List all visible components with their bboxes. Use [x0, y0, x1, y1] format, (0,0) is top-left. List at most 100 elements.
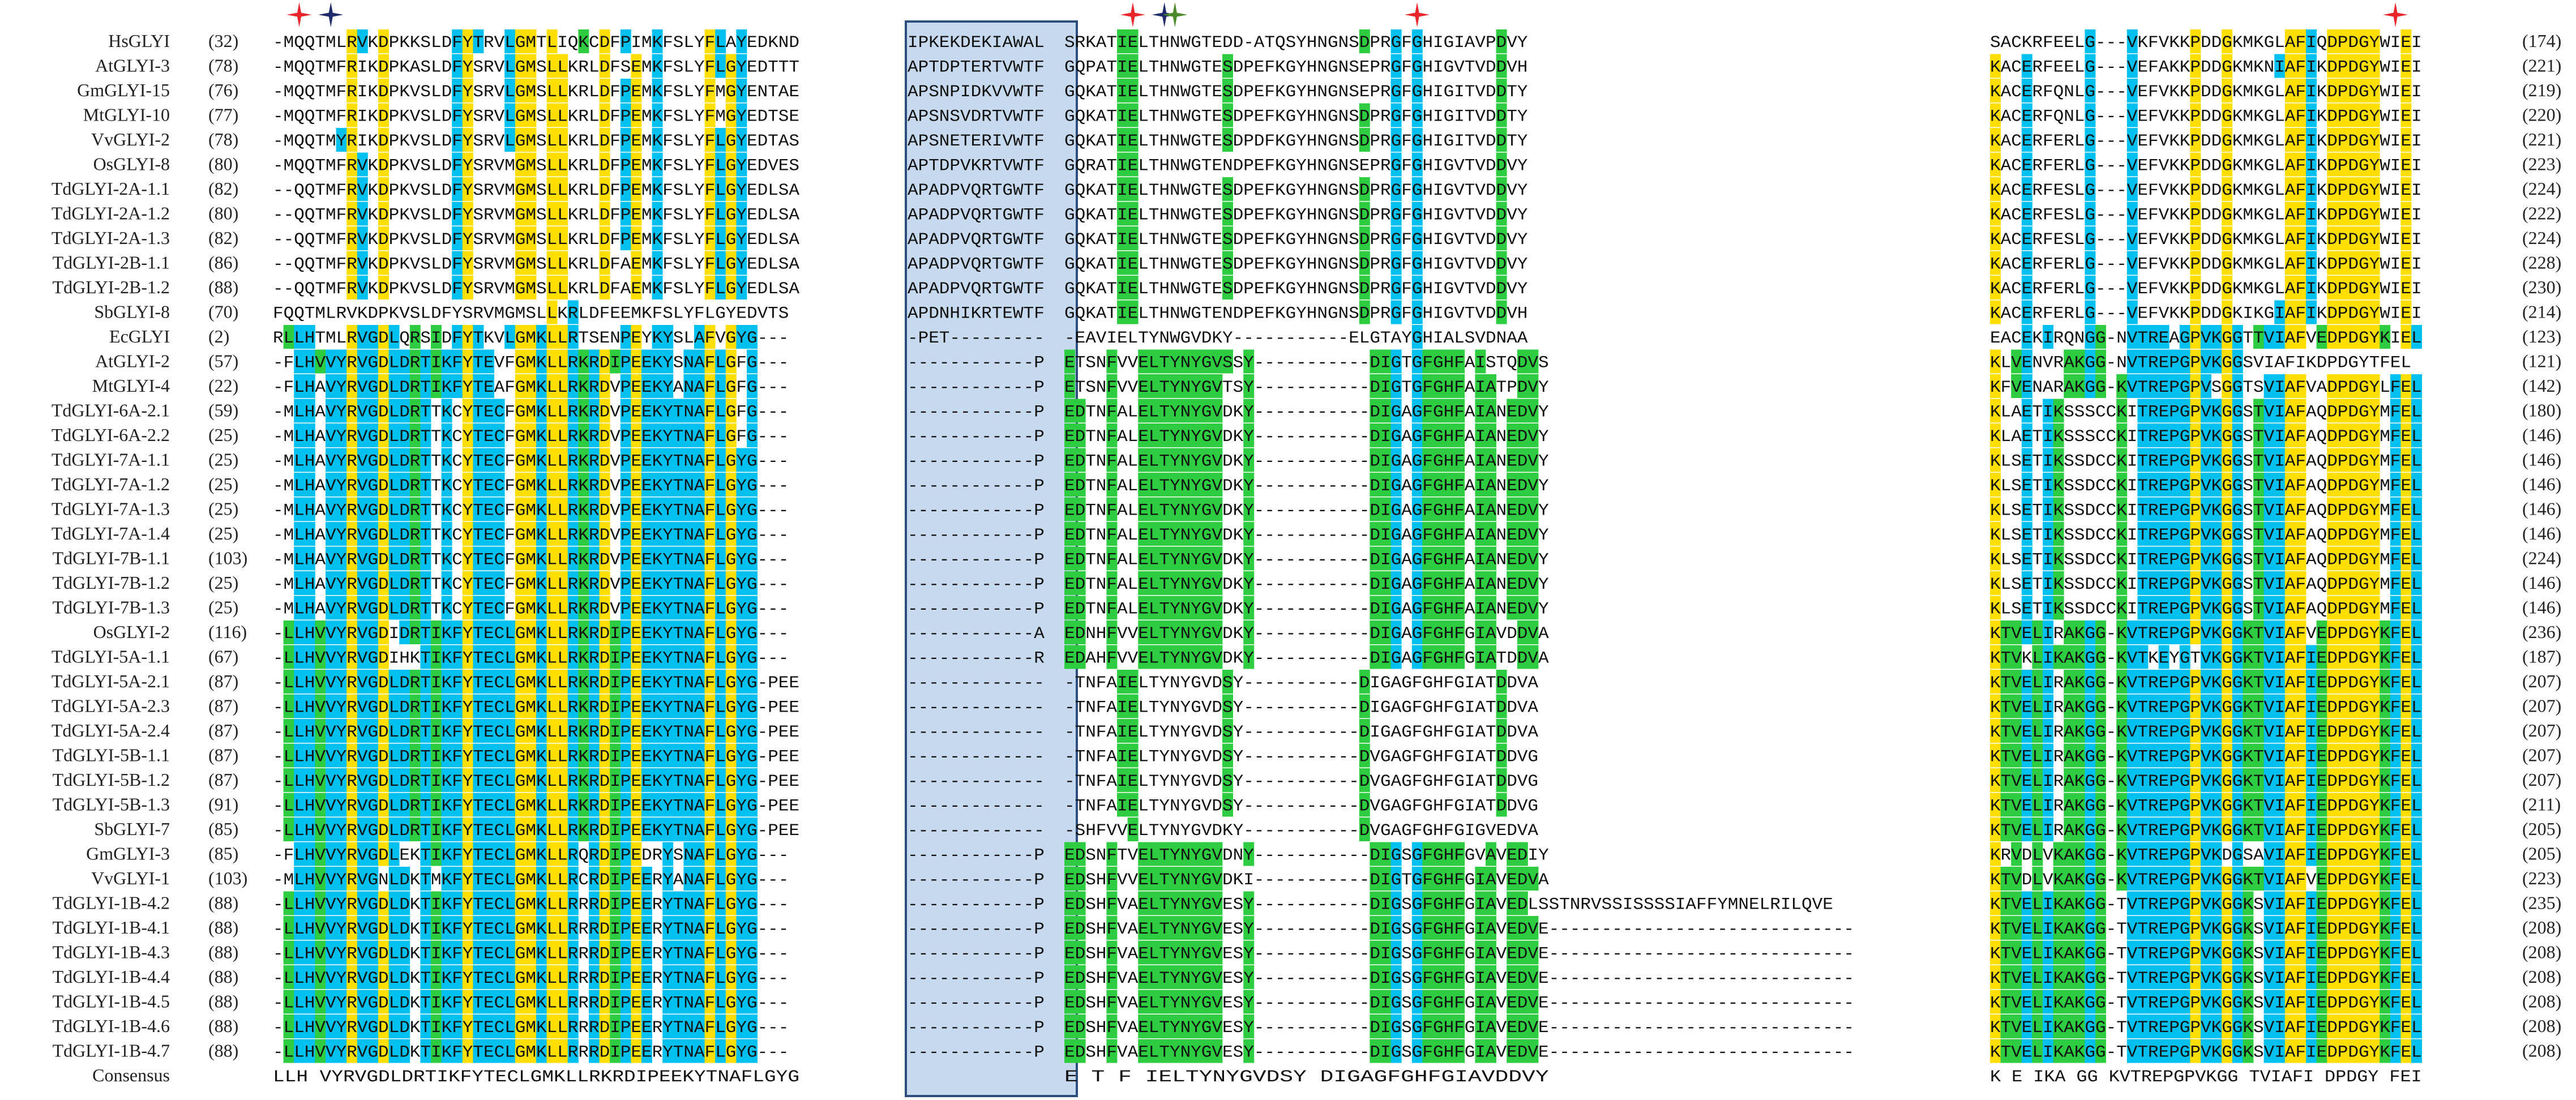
sequence-segment: -LLHVVYRVGDLDKTIKFYTECLGMKLLRRRDIPEERYTN…: [273, 994, 789, 1013]
sequence-row: TdGLYI-2A-1.1 (82) --QQTMFRVKDPKVSLDFYSRVM…: [52, 177, 2561, 201]
sequence-row: TdGLYI-1B-4.5 (88) -LLHVVYRVGDLDKTIKFYTECL…: [53, 990, 2561, 1014]
sequence-segment: -LLHVVYRVGDLDRTIKFYTECLGMKLLRKRDIPEEKYTN…: [273, 674, 799, 693]
sequence-label: TdGLYI-7B-1.1: [53, 548, 170, 568]
start-position: (32): [208, 31, 238, 51]
end-position: (146): [2522, 597, 2561, 618]
sequence-row: TdGLYI-5A-1.1 (67) -LLHVVYRVGDIHKTIKFYTECL…: [52, 645, 2561, 669]
sequence-row: HsGLYI (32) -MQQTMLRVKDPKKSLDFYTRVLGMTLIQK…: [108, 29, 2561, 53]
sequence-segment: -LLHVVYRVGDIHKTIKFYTECLGMKLLRKRDIPEEKYTN…: [273, 649, 789, 669]
sequence-row: TdGLYI-2B-1.2 (88) --QQTMFRVKDPKVSLDFYSRVM…: [53, 276, 2561, 299]
conservation-star-icon: [1120, 2, 1145, 27]
sequence-segment: -LLHVVYRVGDLDKTIKFYTECLGMKLLRRRDIPEERYTN…: [273, 896, 789, 915]
start-position: (82): [208, 178, 238, 199]
start-position: (80): [208, 154, 238, 174]
sequence-label: VvGLYI-2: [91, 129, 170, 149]
sequence-row: VvGLYI-2 (78) -MQQTMYRIKDPKVSLDFYSRVLGMSLL…: [91, 128, 2561, 152]
sequence-segment: SRKATIELTHNWGTEDD-ATQSYHNGNSDPRGFGHIGIAV…: [1064, 33, 1527, 53]
boxed-segment: ------------P: [908, 477, 1045, 496]
sequence-segment: KLAETIKSSSCCKITREPGPVKGGSTVIAFAQDPDGYMFE…: [1990, 427, 2422, 447]
sequence-segment: -LLHVVYRVGDLDRTIKFYTECLGMKLLRKRDIPEEKYTN…: [273, 723, 799, 742]
sequence-segment: -LLHVVYRVGDLDKTIKFYTECLGMKLLRRRDIPEERYTN…: [273, 1018, 789, 1038]
sequence-row: TdGLYI-7B-1.1 (103) -MLHAVYRVGDLDRTTKCYTEC…: [53, 546, 2561, 571]
sequence-row: TdGLYI-7A-1.3 (25) -MLHAVYRVGDLDRTTKCYTECF…: [52, 497, 2561, 521]
sequence-label: TdGLYI-2B-1.1: [53, 252, 170, 273]
sequence-segment: -TNFAIELTYNYGVDSY-----------DVGAGFGHFGIA…: [1064, 772, 1538, 791]
sequence-row: MtGLYI-10 (77) -MQQTMFRIKDPKVSLDFYSRVLGMSL…: [83, 103, 2561, 127]
sequence-segment: -MQQTMFRIKDPKVSLDFYSRVLGMSLLKRLDFPEMKFSL…: [273, 83, 799, 102]
end-position: (235): [2522, 893, 2561, 913]
sequence-label: AtGLYI-2: [95, 351, 170, 371]
sequence-row: TdGLYI-1B-4.3 (88) -LLHVVYRVGDLDKTIKFYTECL…: [53, 940, 2561, 965]
sequence-segment: GQKATIELTHNWGTESDPEFKGYHNGNSDPRGFGHIGITV…: [1064, 108, 1527, 127]
end-position: (224): [2522, 548, 2561, 568]
boxed-segment: -------------: [908, 821, 1045, 841]
sequence-segment: KTVELIRAKGG-KVTREPGPVKGGKTVIAFIEDPDGYKFE…: [1990, 699, 2422, 718]
sequence-segment: SACKRFEELG---VKFVKKPDDGKMKGLAFIQDPDGYWIE…: [1990, 33, 2422, 53]
sequence-label: TdGLYI-2B-1.2: [53, 277, 170, 297]
end-position: (180): [2522, 400, 2561, 421]
end-position: (228): [2522, 252, 2561, 273]
sequence-label: TdGLYI-7A-1.3: [52, 499, 170, 519]
sequence-row: TdGLYI-6A-2.2 (25) -MLHAVYRVGDLDRTTKCYTECF…: [52, 423, 2561, 447]
end-position: (211): [2522, 794, 2561, 815]
end-position: (205): [2522, 844, 2561, 864]
sequence-row: OsGLYI-2 (116) -LLHVVYRVGDIDRTIKFYTECLGMKL…: [93, 620, 2561, 644]
consensus-row: Consensus LLH VYRVGDLDRTIKFYTECLGMKLLRKR…: [92, 1065, 2422, 1087]
end-position: (208): [2522, 917, 2561, 938]
sequence-segment: -EAVIELTYNWGVDKY-----------ELGTAYGHIALSV…: [1064, 329, 1527, 348]
sequence-label: TdGLYI-7A-1.4: [52, 523, 170, 543]
sequence-segment: EDTNFALELTYNYGVDKY-----------DIGAGFGHFAI…: [1064, 427, 1549, 447]
start-position: (103): [208, 548, 247, 568]
sequence-segment: -TNFAIELTYNYGVDSY-----------DIGAGFGHFGIA…: [1064, 674, 1538, 693]
sequence-row: TdGLYI-7B-1.2 (25) -MLHAVYRVGDLDRTTKCYTECF…: [53, 571, 2561, 595]
sequence-segment: -MLHAVYRVGDLDRTTKCYTECFGMKLLRKRDVPEEKYTN…: [273, 403, 789, 422]
sequence-segment: EDAHFVVELTYNYGVDKY-----------DIGAGFGHFGI…: [1064, 649, 1549, 669]
sequence-segment: KLAETIKSSSCCKITREPGPVKGGSTVIAFAQDPDGYMFE…: [1990, 403, 2422, 422]
sequence-segment: KTVELIKAKGG-TVTREPGPVKGGKSVIAFIEDPDGYKFE…: [1990, 920, 2422, 939]
sequence-row: SbGLYI-7 (85) -LLHVVYRVGDLDRTIKFYTECLGMKLL…: [94, 817, 2561, 841]
end-position: (205): [2522, 819, 2561, 839]
boxed-segment: ------------P: [908, 1018, 1045, 1038]
sequence-segment: KLSETIKSSDCCKITREPGPVKGGSTVIAFAQDPDGYMFE…: [1990, 452, 2422, 472]
sequence-segment: EDSHFVAELTYNYGVESY-----------DIGSGFGHFGI…: [1064, 994, 1854, 1013]
sequence-segment: KLVENVRAKGG-NVTREPGPVKGGSVIAFIKDPDGYTFEL: [1990, 354, 2411, 373]
sequence-label: EcGLYI: [109, 326, 170, 346]
sequence-segment: FQQTMLRVKDPKVSLDFYSRVMGMSLLKRLDFEEMKFSLY…: [273, 305, 789, 324]
sequence-label: TdGLYI-5A-2.4: [52, 720, 170, 741]
boxed-segment: APSNPIDKVVWTF: [908, 83, 1045, 102]
sequence-row: AtGLYI-3 (78) -MQQTMFRIKDPKASLDFYSRVLGMSLL…: [95, 54, 2561, 78]
end-position: (208): [2522, 991, 2561, 1012]
sequence-segment: KTVELIRAKGG-KVTREPGPVKGGKTVIAFIEDPDGYKFE…: [1990, 674, 2422, 693]
sequence-row: VvGLYI-1 (103) -MLHVVYRVGNLDKTMKFYTECLGMKL…: [91, 867, 2561, 891]
sequence-segment: -LLHVVYRVGDLDKTIKFYTECLGMKLLRRRDIPEERYTN…: [273, 969, 789, 988]
boxed-segment: APTDPTERTVWTF: [908, 58, 1045, 78]
sequence-label: TdGLYI-1B-4.3: [53, 942, 170, 962]
boxed-segment: ------------P: [908, 1043, 1045, 1063]
sequence-segment: EDTNFALELTYNYGVDKY-----------DIGAGFGHFAI…: [1064, 551, 1549, 570]
start-position: (70): [208, 302, 238, 322]
sequence-segment: KACERFERLG---VEFVKKPDDGKMKGLAFIKDPDGYWIE…: [1990, 255, 2422, 275]
sequence-row: MtGLYI-4 (22) -FLHAVYRVGDLDRTIKFYTEAFGMKLL…: [92, 374, 2561, 398]
end-position: (187): [2522, 647, 2561, 667]
boxed-segment: ------------P: [908, 994, 1045, 1013]
start-position: (2): [208, 326, 229, 346]
boxed-segment: ------------P: [908, 502, 1045, 521]
sequence-segment: GQKATIELTHNWGTESDPDFKGYHNGNSDPRGFGHIGITV…: [1064, 132, 1527, 151]
conservation-star-icon: [286, 2, 312, 27]
sequence-segment: KTVELIKAKGG-TVTREPGPVKGGKSVIAFIEDPDGYKFE…: [1990, 969, 2422, 988]
sequence-segment: KFVENARAKGG-KVTREPGPVSGGTSVIAFVADPDGYLFE…: [1990, 378, 2422, 397]
sequence-segment: --QQTMFRVKDPKVSLDFYSRVMGMSLLKRLDFPEMKFSL…: [273, 181, 799, 200]
start-position: (88): [208, 1041, 238, 1061]
boxed-segment: ------------P: [908, 378, 1045, 397]
sequence-segment: KACERFESLG---VEFVKKPDDGKMKGLAFIKDPDGYWIE…: [1990, 181, 2422, 200]
sequence-segment: KACERFERLG---VEFVKKPDDGKMKGLAFIKDPDGYWIE…: [1990, 157, 2422, 176]
alignment-figure: HsGLYI (32) -MQQTMLRVKDPKKSLDFYTRVLGMTLIQK…: [52, 2, 2561, 1097]
end-position: (207): [2522, 671, 2561, 691]
end-position: (121): [2522, 351, 2561, 371]
boxed-segment: ------------P: [908, 945, 1045, 964]
boxed-segment: APADPVQRTGWTF: [908, 206, 1045, 225]
sequence-label: TdGLYI-7B-1.2: [53, 572, 170, 593]
sequence-segment: -LLHVVYRVGDLDRTIKFYTECLGMKLLRKRDIPEEKYTN…: [273, 748, 799, 767]
sequence-segment: -MLHAVYRVGDLDRTTKCYTECFGMKLLRKRDVPEEKYTN…: [273, 502, 789, 521]
end-position: (123): [2522, 326, 2561, 346]
